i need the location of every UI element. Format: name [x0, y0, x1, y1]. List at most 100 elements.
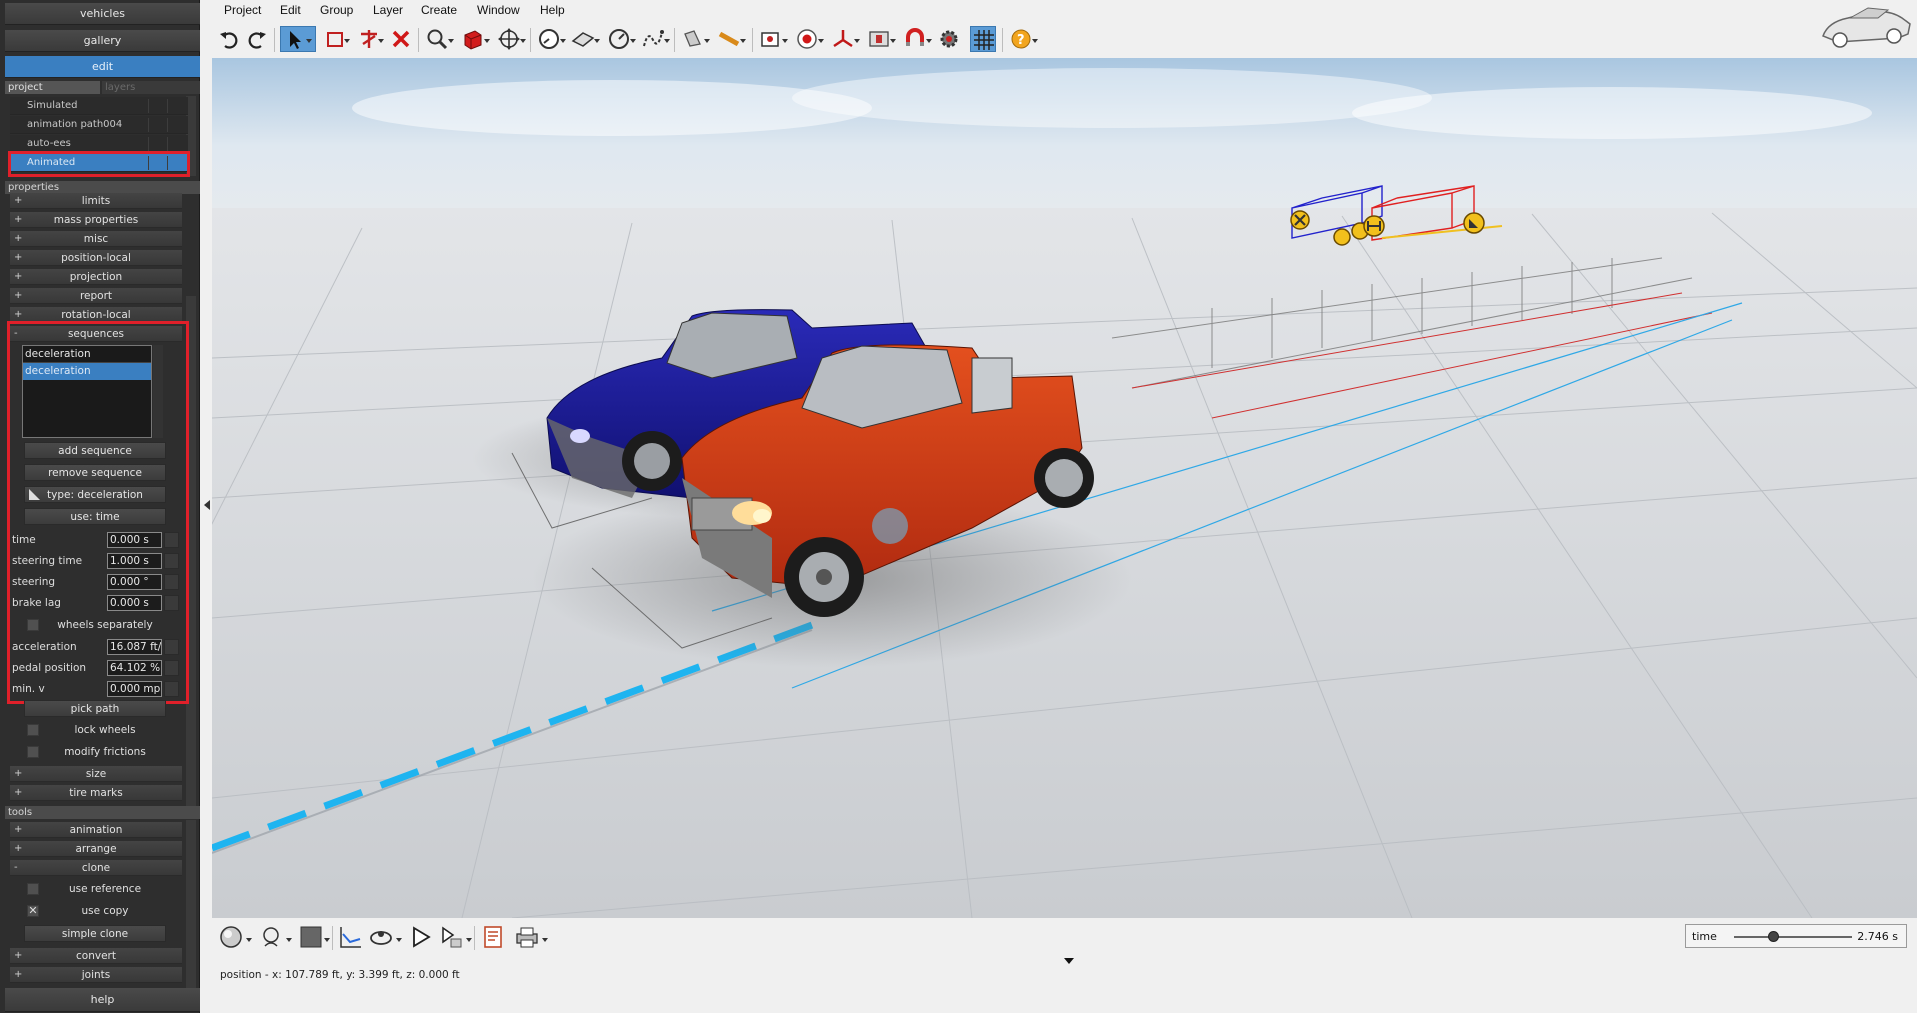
- prop-report[interactable]: + report: [10, 288, 182, 304]
- use-reference-label: use reference: [68, 883, 142, 895]
- tools-header: tools: [5, 806, 200, 819]
- tool-clone[interactable]: - clone: [10, 860, 182, 876]
- prop-misc[interactable]: + misc: [10, 231, 182, 247]
- grid-icon[interactable]: [970, 26, 996, 52]
- prop-projection[interactable]: + projection: [10, 269, 182, 285]
- time-slider-value: 2.746 s: [1857, 930, 1898, 943]
- menu-edit[interactable]: Edit: [280, 3, 301, 17]
- prop-label: mass properties: [53, 214, 139, 226]
- magnet-icon[interactable]: [902, 26, 928, 52]
- left-panel: vehicles gallery edit project layers Sim…: [0, 0, 200, 1013]
- prop-label: projection: [69, 271, 123, 283]
- play-options-icon[interactable]: [438, 924, 464, 950]
- time-slider-track[interactable]: [1734, 936, 1852, 938]
- highlight-box-animated: [8, 151, 190, 177]
- prop-label: size: [85, 768, 107, 780]
- orbit-icon[interactable]: [368, 924, 394, 950]
- material-sphere-icon[interactable]: [218, 924, 244, 950]
- prop-size[interactable]: + size: [10, 766, 182, 782]
- zoom-icon[interactable]: [424, 26, 450, 52]
- ruler-icon[interactable]: [716, 26, 742, 52]
- expand-icon: +: [14, 214, 23, 225]
- prop-label: position-local: [61, 252, 131, 264]
- shading-square-icon[interactable]: [298, 924, 324, 950]
- help-icon[interactable]: ?: [1008, 26, 1034, 52]
- delete-x-icon[interactable]: [388, 26, 414, 52]
- path-icon[interactable]: [640, 26, 666, 52]
- time-slider-thumb[interactable]: [1767, 931, 1779, 942]
- simple-clone-button[interactable]: simple clone: [24, 925, 166, 942]
- record-icon[interactable]: [794, 26, 820, 52]
- undo-icon[interactable]: [216, 26, 242, 52]
- expand-icon: +: [14, 824, 23, 835]
- time-slider-label: time: [1692, 930, 1717, 943]
- move-icon[interactable]: [496, 26, 522, 52]
- expand-icon: +: [14, 768, 23, 779]
- gallery-button[interactable]: gallery: [5, 30, 200, 52]
- use-copy-checkbox[interactable]: ✕: [27, 905, 39, 917]
- tool-convert[interactable]: + convert: [10, 948, 182, 964]
- menu-window[interactable]: Window: [477, 3, 520, 17]
- modify-frictions-checkbox[interactable]: [27, 746, 39, 758]
- pick-path-button[interactable]: pick path: [24, 700, 166, 717]
- play-icon[interactable]: [408, 924, 434, 950]
- head-avatar-icon[interactable]: [258, 924, 284, 950]
- spotlight-icon[interactable]: [680, 26, 706, 52]
- tab-project[interactable]: project: [5, 81, 100, 94]
- tools-scrollbar[interactable]: [186, 820, 196, 990]
- prop-label: report: [79, 290, 113, 302]
- prop-tire-marks[interactable]: + tire marks: [10, 785, 182, 801]
- prop-label: tire marks: [69, 787, 123, 799]
- use-reference-checkbox[interactable]: [27, 883, 39, 895]
- report-icon[interactable]: [480, 924, 506, 950]
- prop-label: clone: [81, 862, 111, 874]
- prop-limits[interactable]: + limits: [10, 193, 182, 209]
- prop-label: rotation-local: [61, 309, 131, 321]
- prop-position-local[interactable]: + position-local: [10, 250, 182, 266]
- bottom-toolbar: [212, 918, 1917, 964]
- help-button[interactable]: help: [5, 988, 200, 1012]
- tool-arrange[interactable]: + arrange: [10, 841, 182, 857]
- 3d-viewport[interactable]: [212, 58, 1917, 918]
- menu-create[interactable]: Create: [421, 3, 457, 17]
- menu-help[interactable]: Help: [540, 3, 565, 17]
- menu-project[interactable]: Project: [224, 3, 261, 17]
- plane-icon[interactable]: [570, 26, 596, 52]
- toolbar: ?: [210, 22, 1710, 58]
- print-icon[interactable]: [514, 924, 540, 950]
- expand-icon: +: [14, 233, 23, 244]
- tab-layers[interactable]: layers: [102, 81, 200, 94]
- prop-mass-properties[interactable]: + mass properties: [10, 212, 182, 228]
- tool-animation[interactable]: + animation: [10, 822, 182, 838]
- prop-label: arrange: [75, 843, 117, 855]
- lock-wheels-checkbox[interactable]: [27, 724, 39, 736]
- expand-icon: +: [14, 950, 23, 961]
- prop-label: limits: [81, 195, 111, 207]
- axes-icon[interactable]: [830, 26, 856, 52]
- collapse-panel-arrow-icon[interactable]: [204, 500, 210, 510]
- modify-frictions-label: modify frictions: [64, 746, 146, 758]
- redo-icon[interactable]: [244, 26, 270, 52]
- vehicles-button[interactable]: vehicles: [5, 3, 200, 25]
- prop-label: joints: [81, 969, 111, 981]
- edit-button[interactable]: edit: [5, 56, 200, 78]
- collapse-icon: -: [14, 862, 18, 873]
- red-cube-icon[interactable]: [460, 26, 486, 52]
- expand-icon: +: [14, 195, 23, 206]
- project-item-simulated[interactable]: Simulated: [10, 97, 188, 115]
- status-position-readout: position - x: 107.789 ft, y: 3.399 ft, z…: [220, 969, 460, 981]
- camera-frame-icon[interactable]: [758, 26, 784, 52]
- project-item-label: auto-ees: [27, 138, 71, 149]
- tool-joints[interactable]: + joints: [10, 967, 182, 983]
- expand-icon: +: [14, 969, 23, 980]
- project-item-animation-path[interactable]: animation path004: [10, 116, 188, 134]
- settings-icon[interactable]: [936, 26, 962, 52]
- graph-icon[interactable]: [338, 924, 364, 950]
- menu-layer[interactable]: Layer: [373, 3, 403, 17]
- dial-icon[interactable]: [536, 26, 562, 52]
- gauge-icon[interactable]: [606, 26, 632, 52]
- render-icon[interactable]: [866, 26, 892, 52]
- project-item-label: animation path004: [27, 119, 123, 130]
- menu-group[interactable]: Group: [320, 3, 353, 17]
- expand-down-arrow-icon[interactable]: [1064, 958, 1074, 964]
